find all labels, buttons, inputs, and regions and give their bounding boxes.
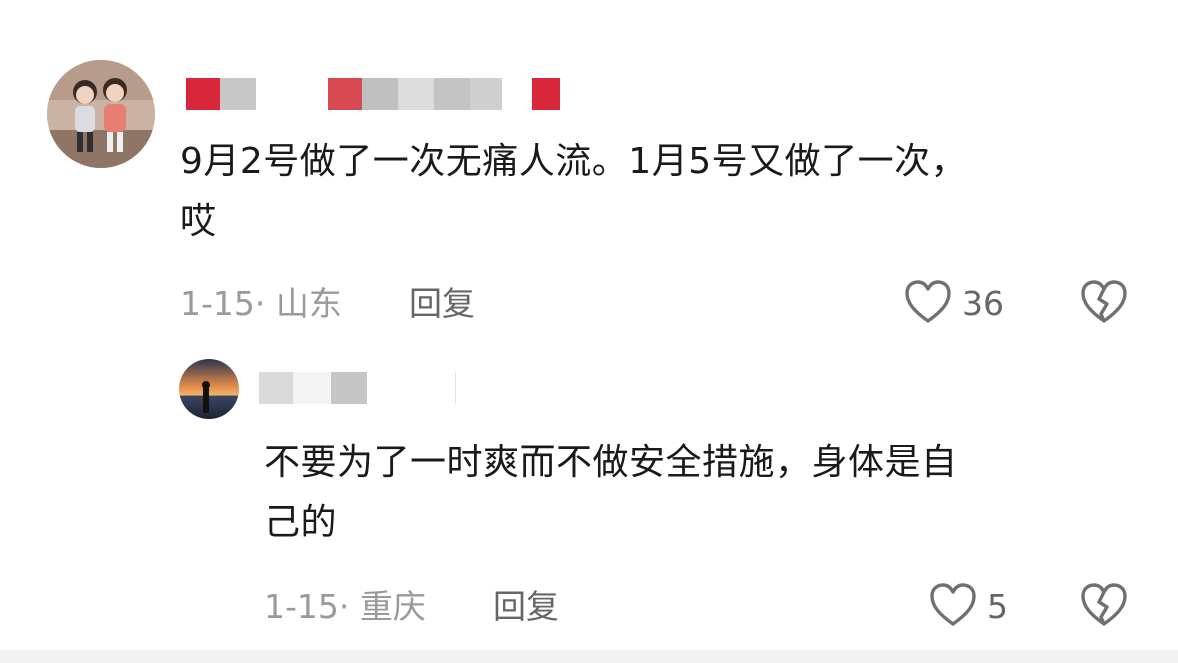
avatar-illustration	[47, 60, 155, 168]
broken-heart-icon[interactable]	[1080, 582, 1128, 628]
reply-date-location: 1-15· 重庆	[264, 587, 426, 626]
reply-username-redacted[interactable]	[259, 372, 456, 404]
reply-reply-button[interactable]: 回复	[493, 587, 559, 627]
comment-text-line: 哎	[180, 201, 217, 242]
heart-outline-icon[interactable]	[929, 582, 977, 628]
bottom-divider	[0, 650, 1178, 663]
comment-text-line: 9月2号做了一次无痛人流。1月5号又做了一次，	[180, 141, 968, 182]
reply-text: 不要为了一时爽而不做安全措施，身体是自 己的	[264, 433, 1144, 553]
commenter-avatar[interactable]	[47, 60, 155, 168]
reply-like-count: 5	[987, 587, 1008, 626]
comment-text: 9月2号做了一次无痛人流。1月5号又做了一次， 哎	[180, 132, 1120, 252]
reply-text-line: 己的	[264, 502, 338, 543]
heart-outline-icon[interactable]	[904, 279, 952, 325]
broken-heart-icon[interactable]	[1080, 279, 1128, 325]
reply-button[interactable]: 回复	[409, 284, 475, 324]
comment-date-location: 1-15· 山东	[180, 284, 342, 323]
reply-text-line: 不要为了一时爽而不做安全措施，身体是自	[264, 442, 958, 483]
avatar-sunset-photo	[179, 359, 239, 419]
username-redacted[interactable]	[186, 78, 560, 110]
reply-commenter-avatar[interactable]	[179, 359, 239, 419]
like-count: 36	[962, 284, 1004, 323]
